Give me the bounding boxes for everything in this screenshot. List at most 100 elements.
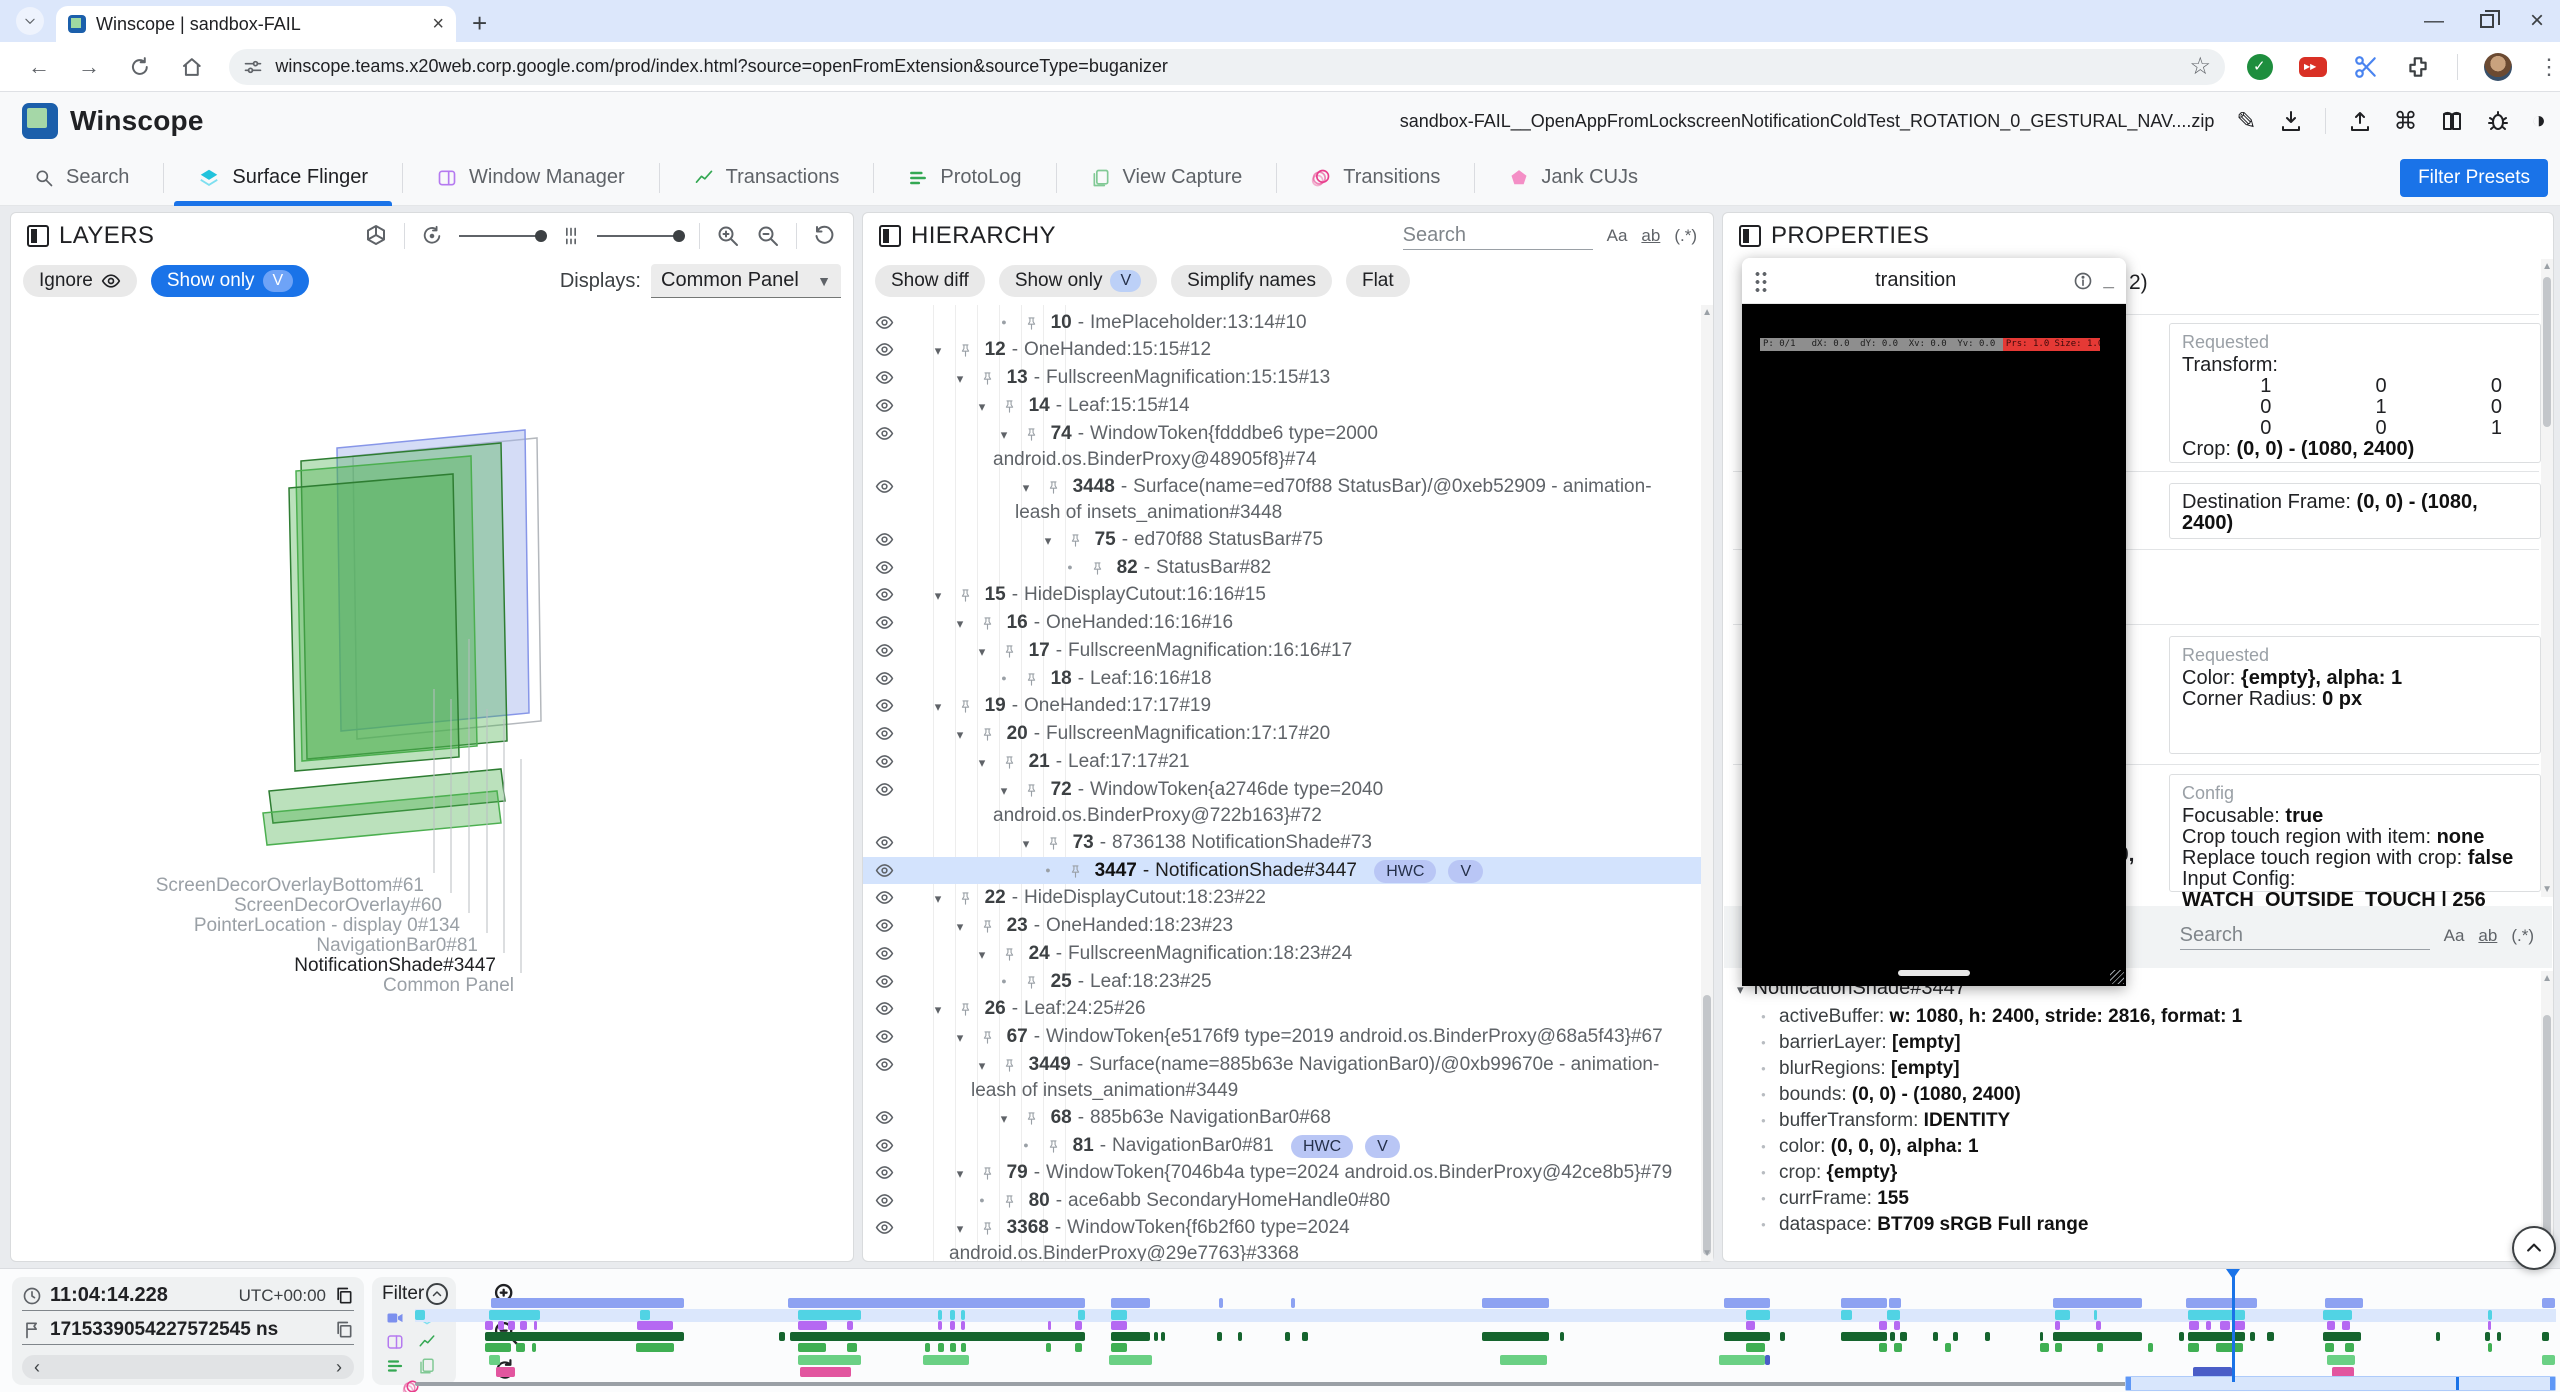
show-diff-chip[interactable]: Show diff: [875, 265, 985, 297]
pin-icon[interactable]: [980, 1221, 995, 1236]
copy-icon[interactable]: [334, 1286, 354, 1306]
tree-node[interactable]: ▾ 21-Leaf:17:17#21: [863, 748, 1701, 776]
visibility-icon[interactable]: [875, 313, 894, 332]
pin-icon[interactable]: [958, 891, 973, 906]
visibility-icon[interactable]: [875, 477, 894, 496]
tree-node[interactable]: ▾ 3449-Surface(name=885b63e NavigationBa…: [863, 1051, 1701, 1104]
tree-node[interactable]: ▾ 26-Leaf:24:25#26: [863, 995, 1701, 1023]
new-tab-button[interactable]: +: [472, 8, 487, 39]
expand-toggle-icon[interactable]: ▾: [949, 366, 971, 391]
expand-toggle-icon[interactable]: ▾: [949, 1161, 971, 1186]
pin-icon[interactable]: [980, 1030, 995, 1045]
window-manager-trace-icon[interactable]: [386, 1333, 404, 1351]
tree-node[interactable]: ▾ 19-OneHanded:17:17#19: [863, 692, 1701, 720]
expand-toggle-icon[interactable]: ▾: [1015, 475, 1037, 500]
next-frame-icon[interactable]: ›: [336, 1355, 342, 1379]
layer-label[interactable]: ScreenDecorOverlayBottom#61: [156, 875, 424, 897]
property-row[interactable]: color: (0, 0, 0), alpha: 1: [1723, 1134, 2541, 1160]
visibility-icon[interactable]: [875, 641, 894, 660]
expand-toggle-icon[interactable]: ▾: [927, 694, 949, 719]
pin-icon[interactable]: [1090, 561, 1105, 576]
pin-icon[interactable]: [1068, 864, 1083, 879]
extension-icon-1[interactable]: [2247, 54, 2273, 80]
pin-icon[interactable]: [1002, 399, 1017, 414]
visibility-icon[interactable]: [875, 1218, 894, 1237]
pin-icon[interactable]: [1024, 783, 1039, 798]
tree-node[interactable]: ▾ 68-885b63e NavigationBar0#68: [863, 1104, 1701, 1132]
zoom-in-icon[interactable]: [716, 224, 740, 248]
property-row[interactable]: bounds: (0, 0) - (1080, 2400): [1723, 1082, 2541, 1108]
timeline-scroll-line[interactable]: [415, 1382, 2127, 1386]
pin-icon[interactable]: [980, 371, 995, 386]
screen-recording-trace-icon[interactable]: [386, 1309, 404, 1327]
forward-button[interactable]: →: [78, 54, 100, 80]
tree-node[interactable]: ▾ 13-FullscreenMagnification:15:15#13: [863, 364, 1701, 392]
window-restore-button[interactable]: [2480, 14, 2494, 28]
resize-handle-icon[interactable]: [2110, 970, 2124, 984]
pin-icon[interactable]: [1024, 672, 1039, 687]
expand-toggle-icon[interactable]: ▾: [949, 914, 971, 939]
pin-icon[interactable]: [1002, 1058, 1017, 1073]
human-time-field[interactable]: 11:04:14.228 UTC+00:00: [22, 1281, 354, 1311]
expand-toggle-icon[interactable]: ▾: [949, 722, 971, 747]
pin-icon[interactable]: [1024, 316, 1039, 331]
visibility-icon[interactable]: [875, 752, 894, 771]
tab-search[interactable]: Search: [0, 150, 163, 206]
visibility-icon[interactable]: [875, 1163, 894, 1182]
layer-label[interactable]: NotificationShade#3447: [294, 955, 496, 977]
profile-avatar[interactable]: [2484, 53, 2512, 81]
expand-toggle-icon[interactable]: ▾: [971, 1053, 993, 1078]
pin-icon[interactable]: [1046, 836, 1061, 851]
tree-node[interactable]: ▾ 75-ed70f88 StatusBar#75: [863, 526, 1701, 554]
collapse-panel-icon[interactable]: [27, 225, 49, 247]
rotation-slider[interactable]: [459, 235, 545, 237]
tree-node[interactable]: ▾ 3448-Surface(name=ed70f88 StatusBar)/@…: [863, 473, 1701, 526]
visibility-icon[interactable]: [875, 1136, 894, 1155]
tree-node[interactable]: ▾ 15-HideDisplayCutout:16:16#15: [863, 581, 1701, 609]
report-bug-icon[interactable]: [2486, 109, 2510, 133]
visibility-icon[interactable]: [875, 833, 894, 852]
timeline-cursor[interactable]: [2232, 1272, 2235, 1382]
hierarchy-search-input[interactable]: [1403, 222, 1593, 250]
visibility-icon[interactable]: [875, 613, 894, 632]
pin-icon[interactable]: [980, 616, 995, 631]
visibility-icon[interactable]: [875, 530, 894, 549]
visibility-icon[interactable]: [875, 999, 894, 1018]
tree-node[interactable]: ▾ 23-OneHanded:18:23#23: [863, 912, 1701, 940]
simplify-names-chip[interactable]: Simplify names: [1171, 265, 1332, 297]
tree-node[interactable]: ▾ 72-WindowToken{a2746de type=2040 andro…: [863, 776, 1701, 829]
scrollbar-thumb[interactable]: [1703, 995, 1711, 1255]
expand-toggle-icon[interactable]: ▾: [971, 942, 993, 967]
extensions-puzzle-icon[interactable]: [2405, 54, 2431, 80]
match-case-toggle[interactable]: Aa: [1607, 226, 1628, 246]
expand-toggle-icon[interactable]: ▾: [971, 639, 993, 664]
pin-icon[interactable]: [1046, 1139, 1061, 1154]
tree-node[interactable]: ▾ 14-Leaf:15:15#14: [863, 392, 1701, 420]
reload-button[interactable]: [128, 55, 152, 79]
pin-icon[interactable]: [980, 1166, 995, 1181]
collapse-panel-icon[interactable]: [879, 225, 901, 247]
visibility-icon[interactable]: [875, 396, 894, 415]
pin-icon[interactable]: [1046, 480, 1061, 495]
tab-jank-cujs[interactable]: Jank CUJs: [1475, 150, 1672, 206]
browser-menu-icon[interactable]: ⋮: [2538, 54, 2560, 80]
hierarchy-scrollbar[interactable]: ▲ ▼: [1701, 305, 1713, 1261]
show-only-visible-chip[interactable]: Show only V: [151, 265, 309, 297]
property-row[interactable]: barrierLayer: [empty]: [1723, 1030, 2541, 1056]
layer-spacing-icon[interactable]: [561, 226, 581, 246]
pin-icon[interactable]: [1002, 644, 1017, 659]
pin-icon[interactable]: [1002, 947, 1017, 962]
pin-icon[interactable]: [1024, 1111, 1039, 1126]
visibility-icon[interactable]: [875, 861, 894, 880]
tree-node[interactable]: ▾ 22-HideDisplayCutout:18:23#22: [863, 884, 1701, 912]
properties-scrollbar-upper[interactable]: ▲ ▼: [2541, 259, 2553, 897]
tree-node[interactable]: ● 81-NavigationBar0#81 HWCV: [863, 1132, 1701, 1159]
filter-presets-button[interactable]: Filter Presets: [2400, 159, 2548, 197]
download-icon[interactable]: [2279, 109, 2303, 133]
visibility-icon[interactable]: [875, 368, 894, 387]
documentation-icon[interactable]: [2440, 109, 2464, 133]
scroll-to-top-button[interactable]: [2512, 1226, 2556, 1270]
visibility-icon[interactable]: [875, 424, 894, 443]
back-button[interactable]: ←: [28, 54, 50, 80]
expand-toggle-icon[interactable]: ●: [1059, 555, 1081, 580]
